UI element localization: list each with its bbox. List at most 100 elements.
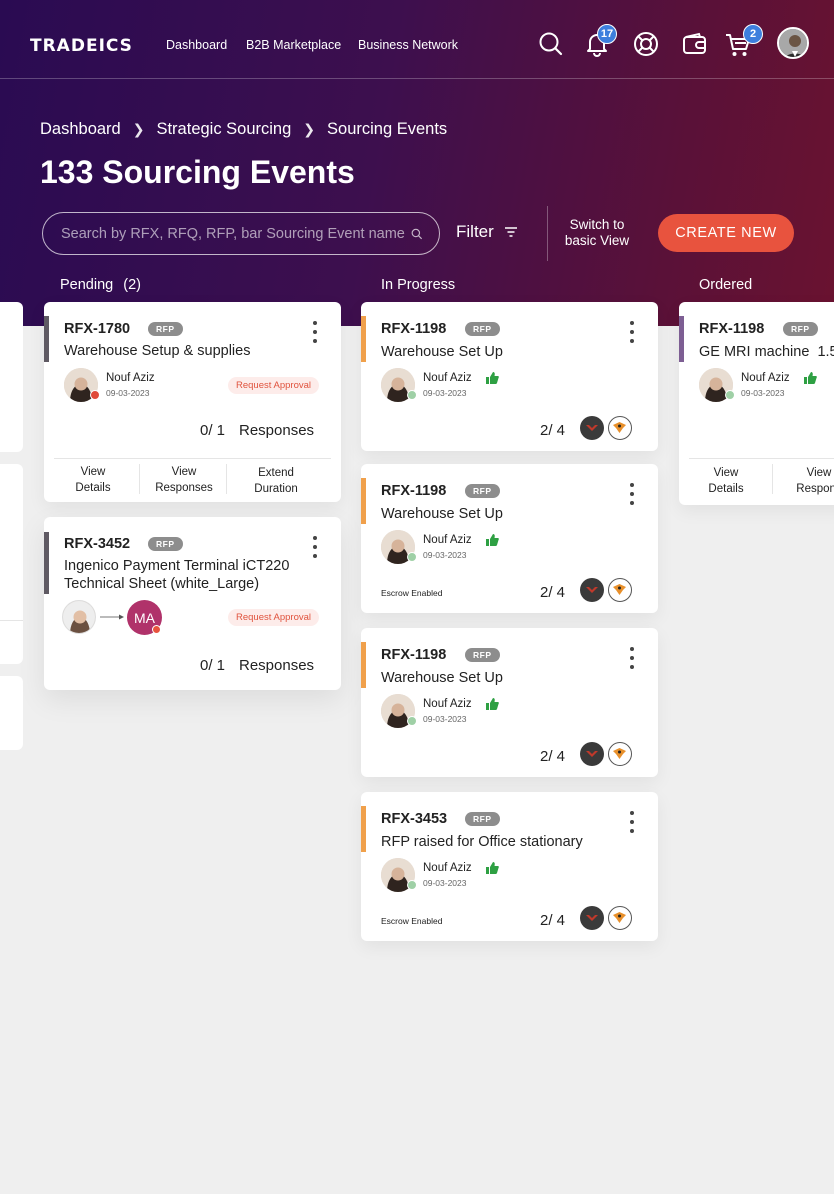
request-approval-badge[interactable]: Request Approval: [228, 377, 319, 394]
offscreen-card[interactable]: [0, 302, 23, 452]
sourcing-event-card[interactable]: RFX-1780 RFP Warehouse Setup & supplies …: [44, 302, 341, 502]
thumbs-up-icon: [486, 862, 499, 874]
offscreen-card[interactable]: [0, 464, 23, 664]
event-title: Warehouse Set Up: [381, 344, 503, 360]
search-icon[interactable]: [537, 30, 565, 58]
person-name: Nouf Aziz: [741, 372, 790, 384]
switch-basic-view-button[interactable]: Switch to basic View: [560, 217, 634, 249]
breadcrumb-sourcing-events[interactable]: Sourcing Events: [327, 120, 447, 139]
wallet-icon[interactable]: [681, 30, 709, 58]
person-name: Nouf Aziz: [423, 698, 472, 710]
event-date: 09-03-2023: [423, 550, 467, 560]
event-date: 09-03-2023: [423, 714, 467, 724]
vendor-logo: [580, 416, 604, 440]
person-name: Nouf Aziz: [423, 372, 472, 384]
column-header-ordered: Ordered: [699, 277, 753, 293]
view-responses-button[interactable]: View Responses: [149, 464, 219, 496]
thumbs-up-icon: [486, 372, 499, 384]
extend-duration-button[interactable]: Extend Duration: [241, 465, 311, 497]
status-bar: [361, 806, 366, 852]
status-bar: [361, 316, 366, 362]
sourcing-event-card[interactable]: RFX-1198 RFP Warehouse Set Up Nouf Aziz 09-0…: [361, 628, 658, 777]
event-title: Warehouse Set Up: [381, 670, 503, 686]
column-count: (2): [123, 277, 141, 293]
arrow-icon: [100, 614, 124, 620]
support-icon[interactable]: [632, 30, 660, 58]
status-dot: [407, 880, 417, 890]
nav-b2b-marketplace[interactable]: B2B Marketplace: [246, 38, 341, 52]
user-avatar[interactable]: [777, 27, 809, 59]
rfp-tag: RFP: [783, 322, 818, 336]
chevron-right-icon: ❯: [132, 121, 145, 137]
card-divider: [689, 458, 834, 459]
column-header-in-progress: In Progress: [381, 277, 456, 293]
view-details-button[interactable]: View Details: [64, 464, 122, 496]
sourcing-event-card[interactable]: RFX-1198 RFP Warehouse Set Up Nouf Aziz 09-0…: [361, 464, 658, 613]
action-divider: [139, 464, 140, 494]
rfx-id: RFX-3453: [381, 811, 448, 827]
responses-label: Responses: [239, 657, 315, 674]
more-options-icon[interactable]: [629, 811, 635, 833]
more-options-icon[interactable]: [312, 321, 318, 343]
app-logo[interactable]: TRADEICS: [30, 36, 133, 56]
search-box[interactable]: [42, 212, 440, 255]
status-dot: [90, 390, 100, 400]
notifications-badge: 17: [597, 24, 617, 44]
status-dot: [152, 625, 161, 634]
rfp-tag: RFP: [148, 322, 183, 336]
vendor-logo: [580, 906, 604, 930]
event-date: 09-03-2023: [106, 388, 150, 398]
breadcrumb-strategic-sourcing[interactable]: Strategic Sourcing: [156, 120, 291, 139]
vendor-logo: [580, 578, 604, 602]
more-options-icon[interactable]: [312, 536, 318, 558]
toolbar-divider: [547, 206, 548, 261]
request-approval-badge[interactable]: Request Approval: [228, 609, 319, 626]
more-options-icon[interactable]: [629, 321, 635, 343]
page-title: 133 Sourcing Events: [40, 154, 355, 190]
person-name: Nouf Aziz: [423, 862, 472, 874]
sourcing-event-card[interactable]: RFX-1198 RFP GE MRI machine 1.5 Nouf Azi…: [679, 302, 834, 505]
vendor-logo: [608, 742, 632, 766]
event-title-line1: Ingenico Payment Terminal iCT220: [64, 558, 290, 574]
rfx-id: RFX-1780: [64, 321, 131, 337]
search-input[interactable]: [61, 225, 412, 242]
rfp-tag: RFP: [465, 648, 500, 662]
more-options-icon[interactable]: [629, 483, 635, 505]
breadcrumb-dashboard[interactable]: Dashboard: [40, 120, 121, 139]
more-options-icon[interactable]: [629, 647, 635, 669]
offscreen-card[interactable]: [0, 676, 23, 750]
rfp-tag: RFP: [465, 812, 500, 826]
nav-business-network[interactable]: Business Network: [358, 38, 458, 52]
escrow-label: Escrow Enabled: [381, 588, 443, 598]
responses-count: 2/ 4: [540, 748, 566, 765]
filter-button[interactable]: Filter: [456, 222, 518, 242]
event-date: 09-03-2023: [423, 878, 467, 888]
create-new-button[interactable]: CREATE NEW: [658, 214, 794, 252]
sourcing-event-card[interactable]: RFX-1198 RFP Warehouse Set Up Nouf Aziz 09-0…: [361, 302, 658, 451]
search-icon: [411, 228, 423, 239]
action-divider: [772, 464, 773, 494]
column-label: Pending: [60, 277, 114, 293]
rfp-tag: RFP: [465, 484, 500, 498]
avatar: [62, 600, 96, 634]
responses-count: 0/ 1: [200, 422, 226, 439]
view-details-button[interactable]: View Details: [697, 465, 755, 497]
sourcing-event-card[interactable]: RFX-3453 RFP RFP raised for Office station…: [361, 792, 658, 941]
status-bar: [361, 642, 366, 688]
thumbs-up-icon: [804, 372, 817, 384]
escrow-label: Escrow Enabled: [381, 916, 443, 926]
rfx-id: RFX-1198: [381, 483, 447, 499]
responses-label: Responses: [239, 422, 315, 439]
rfx-id: RFX-1198: [381, 321, 447, 337]
rfp-tag: RFP: [148, 537, 183, 551]
event-title-line2: Technical Sheet (white_Large): [64, 576, 260, 592]
status-bar: [361, 478, 366, 524]
vendor-logo: [608, 416, 632, 440]
sourcing-event-card[interactable]: RFX-3452 RFP Ingenico Payment Terminal i…: [44, 517, 341, 690]
person-name: Nouf Aziz: [106, 372, 155, 384]
rfx-id: RFX-1198: [699, 321, 765, 337]
event-title: GE MRI machine 1.5: [699, 344, 834, 360]
thumbs-up-icon: [486, 698, 499, 710]
view-responses-button[interactable]: View Respons: [784, 465, 834, 497]
nav-dashboard[interactable]: Dashboard: [166, 38, 227, 52]
